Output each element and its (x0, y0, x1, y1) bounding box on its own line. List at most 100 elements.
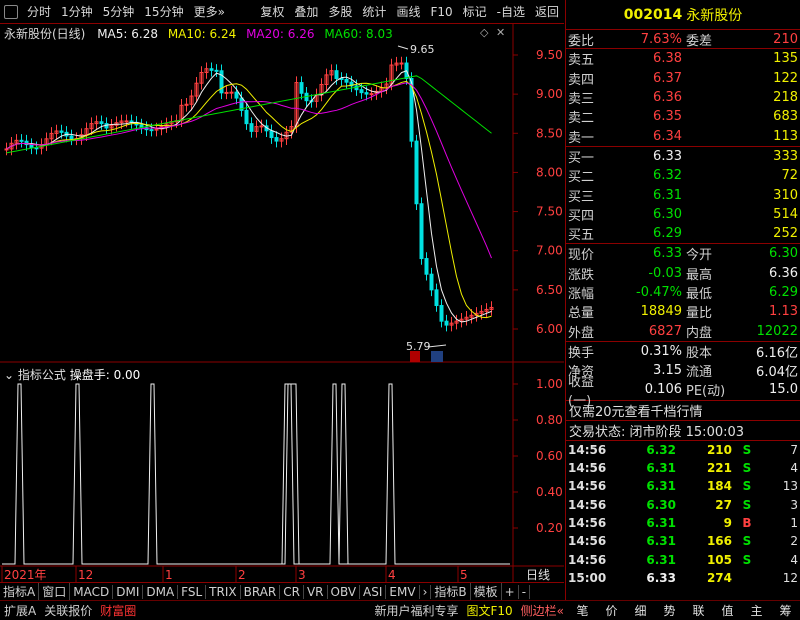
chevron-down-icon[interactable]: ⌄ (4, 368, 14, 382)
promo-line[interactable]: 仅需20元查看千档行情 (566, 401, 800, 421)
sells-label: 卖一 (568, 130, 595, 146)
ma20-label: MA20: 6.26 (246, 27, 315, 41)
indicator-tab[interactable]: - (519, 584, 531, 599)
sells-price: 6.37 (653, 70, 682, 86)
price-tick-label: 8.00 (536, 165, 563, 179)
price-tick-label: 6.50 (536, 283, 563, 297)
quote-label: 内盘 (686, 325, 713, 341)
buys-price: 6.32 (653, 168, 682, 184)
side-tab[interactable]: 值 (721, 602, 733, 619)
fund-value: 0.31% (640, 343, 682, 359)
tick-price: 6.31 (646, 479, 676, 494)
promo-link[interactable]: 新用户福利专享 (370, 602, 462, 619)
tick-volume: 105 (706, 552, 732, 567)
buys-row: 买二 6.32 72 (566, 166, 800, 185)
date-label: 2 (238, 568, 246, 582)
sells-label: 卖三 (568, 92, 595, 108)
candle-body (244, 109, 249, 125)
indicator-tab[interactable]: FSL (178, 584, 207, 599)
quote-label: 现价 (568, 248, 595, 264)
indicator-tab[interactable]: 指标A (0, 583, 40, 600)
candle-body (124, 120, 129, 123)
indicator-tick-label: 0.20 (536, 521, 563, 535)
tick-list: 14:56 6.32 210 S 7 14:56 6.31 221 S 4 14:56 6.31 184… (566, 441, 800, 587)
indicator-formula-label[interactable]: 指标公式 (18, 368, 66, 382)
tick-price: 6.31 (646, 461, 676, 476)
side-tab[interactable]: 势 (663, 602, 675, 619)
buys-volume: 514 (773, 206, 798, 222)
f10-link[interactable]: 图文F10 (462, 602, 516, 619)
price-tick-label: 7.50 (536, 205, 563, 219)
indicator-tab[interactable]: DMA (143, 584, 179, 599)
fund-label: PE(动) (686, 384, 726, 400)
indicator-tab[interactable]: 窗口 (39, 583, 71, 600)
status-expand-a[interactable]: 扩展A (0, 602, 40, 619)
weibi-value: 7.63% (640, 31, 682, 47)
side-tab[interactable]: 笔 (576, 602, 588, 619)
chart-legend: 永新股份(日线) MA5: 6.28 MA10: 6.24 MA20: 6.26… (4, 25, 393, 42)
side-tab[interactable]: 主 (750, 602, 762, 619)
tick-row: 14:56 6.30 27 S 3 (566, 496, 800, 514)
sidebar-toggle[interactable]: 侧边栏« (517, 602, 568, 619)
side-tab[interactable]: 价 (605, 602, 617, 619)
indicator-tab[interactable]: DMI (113, 584, 144, 599)
finance-marker-icon[interactable] (431, 351, 443, 362)
side-tab[interactable]: 筹 (779, 602, 791, 619)
close-icon[interactable]: ✕ (496, 26, 505, 39)
indicator-tab[interactable]: + (502, 584, 519, 599)
indicator-tab[interactable]: 模板 (471, 583, 502, 600)
indicator-tab[interactable]: OBV (328, 584, 361, 599)
ma10-label: MA10: 6.24 (167, 27, 237, 41)
candle-body (234, 91, 239, 99)
candle-body (19, 139, 24, 142)
indicator-tab[interactable]: › (420, 584, 432, 599)
candle-body (29, 144, 34, 149)
status-related-quote[interactable]: 关联报价 (40, 602, 96, 619)
tick-row: 14:56 6.31 184 S 13 (566, 477, 800, 495)
buys-label: 买一 (568, 150, 595, 166)
quote-label: 最低 (686, 287, 713, 302)
kline-chart[interactable]: 9.50 9.00 8.50 8.00 7.50 7.00 6.50 6.00 1.00 0.80… (0, 0, 564, 582)
indicator-tab[interactable]: MACD (70, 584, 114, 599)
candle-body (429, 273, 434, 291)
quote-row: 总量 18849 量比 1.13 (566, 302, 800, 321)
candle-body (4, 148, 9, 151)
dividend-marker-icon[interactable] (410, 351, 420, 362)
quote-value: 18849 (640, 304, 682, 320)
candle-body (229, 91, 234, 94)
price-tick-label: 9.00 (536, 87, 563, 101)
fund-value: 15.0 (769, 382, 798, 398)
indicator-tick-label: 0.40 (536, 485, 563, 499)
indicator-legend: ⌄ 指标公式 操盘手: 0.00 (4, 366, 140, 383)
side-tab[interactable]: 细 (634, 602, 646, 619)
tick-row: 14:56 6.31 105 S 4 (566, 550, 800, 568)
indicator-tab[interactable]: EMV (386, 584, 420, 599)
side-tabs: 笔价细势联值主筹 (568, 602, 800, 619)
tick-count: 7 (790, 442, 798, 457)
period-label[interactable]: 日线 (526, 568, 550, 582)
sell-orders: 卖五 6.38 135 卖四 6.37 122 卖三 6.36 218 卖二 6.35 683 卖一 6.… (566, 49, 800, 147)
indicator-tab[interactable]: 指标B (431, 583, 471, 600)
indicator-tab[interactable]: VR (304, 584, 328, 599)
trade-state: 交易状态: 闭市阶段 15:00:03 (566, 421, 800, 441)
tick-count: 1 (790, 515, 798, 530)
indicator-tab[interactable]: BRAR (241, 584, 281, 599)
sells-volume: 218 (773, 90, 798, 106)
side-tab[interactable]: 联 (692, 602, 704, 619)
candle-body (149, 129, 154, 132)
indicator-tab[interactable]: TRIX (206, 584, 241, 599)
indicator-tab[interactable]: ASI (360, 584, 387, 599)
tick-volume: 166 (706, 534, 732, 549)
high-label: 9.65 (410, 43, 435, 56)
fund-value: 6.04亿 (756, 365, 798, 381)
weibi-label: 委比 (568, 33, 595, 49)
quote-value: 1.13 (769, 304, 798, 320)
buys-label: 买五 (568, 228, 595, 244)
status-wealth-circle[interactable]: 财富圈 (96, 602, 140, 619)
tick-row: 15:00 6.33 274 12 (566, 569, 800, 587)
indicator-tab[interactable]: CR (280, 584, 304, 599)
tick-volume: 9 (723, 515, 732, 530)
tick-time: 14:56 (568, 479, 607, 494)
diamond-icon[interactable]: ◇ (480, 26, 488, 39)
price-tick-label: 6.00 (536, 322, 563, 336)
